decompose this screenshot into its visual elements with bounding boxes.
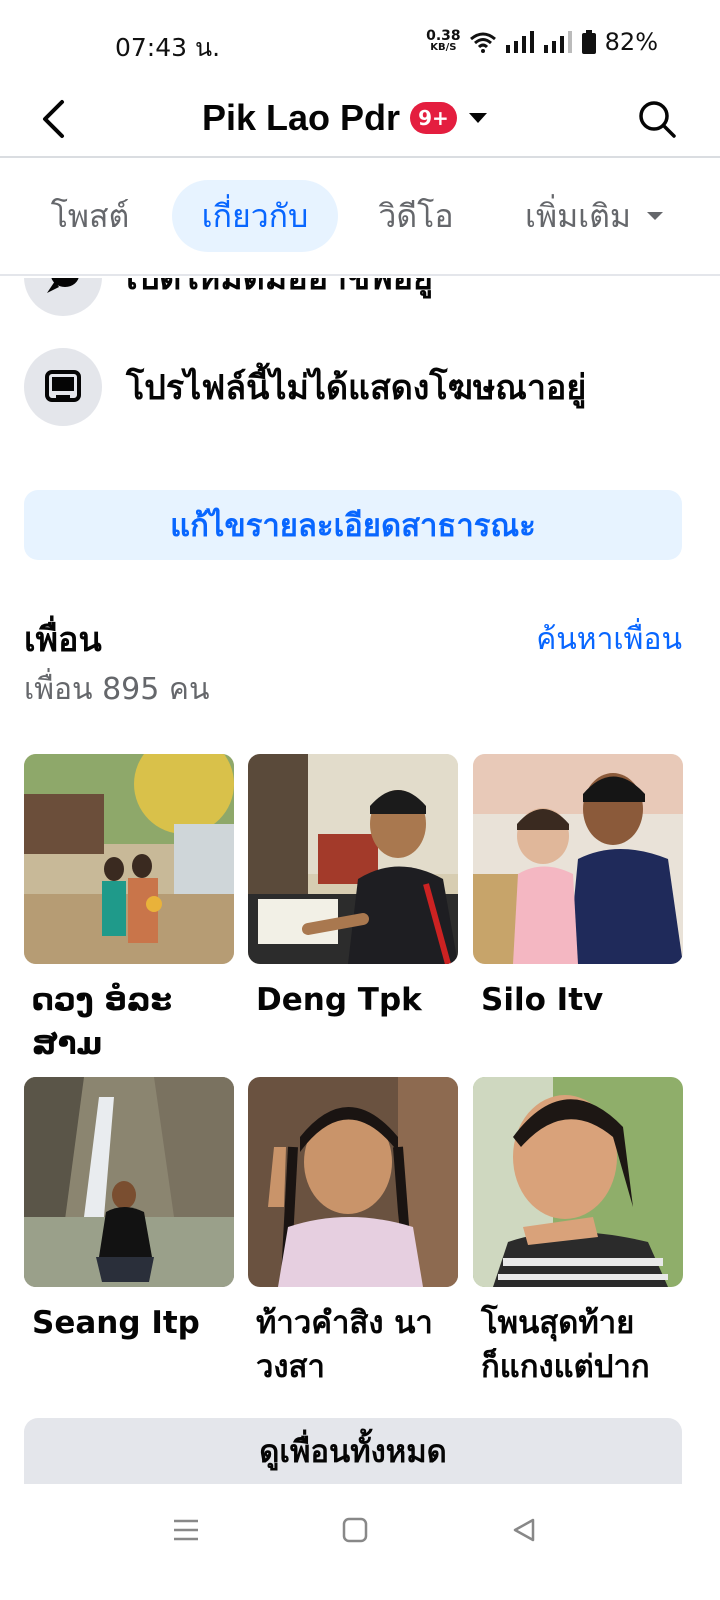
- back-arrow-icon: [43, 100, 64, 138]
- friend-name[interactable]: โพนสุดท้าย ก็แกงแต่ปาก: [473, 1301, 683, 1389]
- back-triangle-icon: [513, 1518, 535, 1542]
- friend-photo[interactable]: [24, 1077, 234, 1287]
- network-speed: 0.38 KB/S: [426, 28, 461, 54]
- back-button[interactable]: [28, 94, 78, 144]
- network-speed-unit: KB/S: [430, 42, 457, 53]
- info-text: เปิดใหม่ดีมีออาชีพอยู่: [126, 278, 433, 298]
- page-header: Pik Lao Pdr 9+: [0, 88, 720, 158]
- info-row-messenger: เปิดใหม่ดีมีออาชีพอยู่: [24, 278, 433, 316]
- friend-name[interactable]: Seang Itp: [24, 1301, 234, 1345]
- recents-button[interactable]: [166, 1510, 206, 1550]
- friend-photo[interactable]: [248, 1077, 458, 1287]
- status-indicators: 0.38 KB/S 82%: [426, 28, 658, 56]
- ads-icon: [45, 370, 81, 402]
- search-icon: [639, 101, 676, 138]
- friend-card[interactable]: โพนสุดท้าย ก็แกงแต่ปาก: [473, 1077, 683, 1389]
- status-time: 07:43 น.: [115, 33, 221, 62]
- friend-photo[interactable]: [248, 754, 458, 964]
- caret-down-icon: [646, 212, 663, 220]
- friend-name[interactable]: ท้าวคำสิง นา วงสา: [248, 1301, 458, 1389]
- edit-public-details-button[interactable]: แก้ไขรายละเอียดสาธารณะ: [24, 490, 682, 560]
- page-title: Pik Lao Pdr: [202, 97, 401, 138]
- menu-icon: [174, 1519, 198, 1541]
- system-nav-bar: [0, 1484, 720, 1600]
- find-friends-link[interactable]: ค้นหาเพื่อน: [536, 616, 682, 663]
- tab-videos[interactable]: วิดีโอ: [360, 180, 472, 252]
- friends-count: เพื่อน 895 คน: [24, 672, 210, 707]
- friend-name[interactable]: ດວງ ອໍລະ ສາມ: [24, 978, 234, 1066]
- tab-more-label: เพิ่มเติม: [525, 196, 631, 235]
- tab-about[interactable]: เกี่ยวกับ: [172, 180, 338, 252]
- home-button[interactable]: [335, 1510, 375, 1550]
- tab-posts[interactable]: โพสต์: [24, 180, 156, 252]
- info-text: โปรไฟล์นี้ไม่ได้แสดงโฆษณาอยู่: [126, 368, 587, 408]
- friend-photo[interactable]: [473, 1077, 683, 1287]
- battery-icon: [581, 30, 596, 54]
- friend-photo[interactable]: [473, 754, 683, 964]
- profile-tabs: โพสต์ เกี่ยวกับ วิดีโอ เพิ่มเติม: [0, 176, 720, 276]
- friend-card[interactable]: Silo Itv: [473, 754, 683, 1022]
- friend-name[interactable]: Silo Itv: [473, 978, 683, 1022]
- notification-badge: 9+: [410, 102, 457, 134]
- friend-card[interactable]: Seang Itp: [24, 1077, 234, 1345]
- scroll-clip: เปิดใหม่ดีมีออาชีพอยู่: [0, 278, 720, 338]
- signal-icon: [543, 31, 572, 53]
- info-icon-bg: [24, 278, 102, 316]
- friend-card[interactable]: ท้าวคำสิง นา วงสา: [248, 1077, 458, 1389]
- info-row-ads: โปรไฟล์นี้ไม่ได้แสดงโฆษณาอยู่: [24, 348, 586, 426]
- see-all-friends-button[interactable]: ดูเพื่อนทั้งหมด: [24, 1418, 682, 1484]
- battery-percent: 82%: [604, 28, 658, 56]
- friend-photo[interactable]: [24, 754, 234, 964]
- messenger-icon: [47, 278, 79, 293]
- info-icon-bg: [24, 348, 102, 426]
- search-button[interactable]: [632, 94, 682, 144]
- friends-heading: เพื่อน: [24, 620, 102, 660]
- home-square-icon: [342, 1517, 368, 1543]
- status-bar: 07:43 น. 0.38 KB/S 82%: [0, 0, 720, 88]
- system-back-button[interactable]: [504, 1510, 544, 1550]
- tab-more[interactable]: เพิ่มเติม: [500, 180, 690, 252]
- caret-down-icon: [468, 113, 487, 123]
- profile-switcher[interactable]: Pik Lao Pdr 9+: [202, 94, 489, 142]
- friend-card[interactable]: ດວງ ອໍລະ ສາມ: [24, 754, 234, 1066]
- signal-icon: [505, 31, 534, 53]
- friend-card[interactable]: Deng Tpk: [248, 754, 458, 1022]
- friend-name[interactable]: Deng Tpk: [248, 978, 458, 1022]
- wifi-icon: [469, 32, 496, 53]
- network-speed-value: 0.38: [426, 28, 461, 44]
